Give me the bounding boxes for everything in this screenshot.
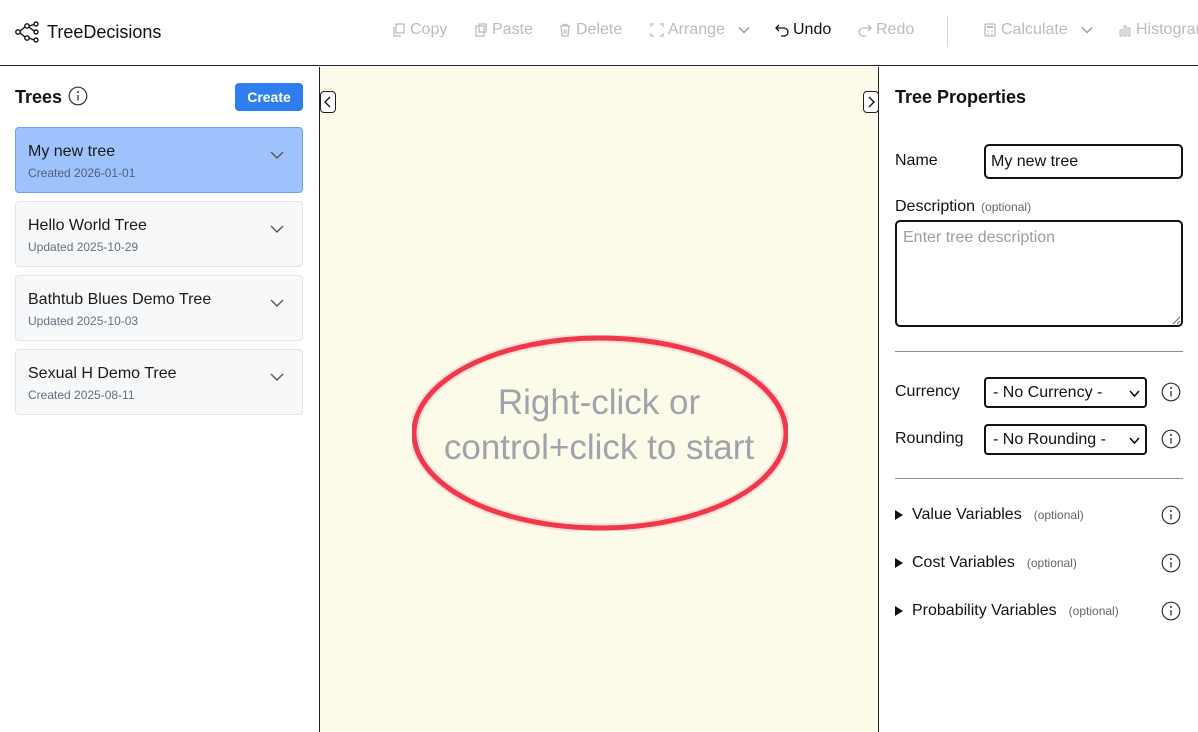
description-label-row: Description (optional) (895, 198, 1031, 216)
trash-icon (560, 23, 570, 37)
resize-grip-icon[interactable] (1171, 315, 1181, 325)
disclosure-triangle-icon (895, 558, 903, 568)
tree-card[interactable]: Bathtub Blues Demo Tree Updated 2025-10-… (15, 275, 303, 341)
tree-card[interactable]: My new tree Created 2026-01-01 (15, 127, 303, 193)
info-icon[interactable] (1161, 429, 1181, 449)
trees-panel: Trees Create My new tree Created 2026-01… (0, 67, 319, 732)
paste-icon (475, 23, 487, 37)
tree-properties-panel: Tree Properties Name Description (optiona… (879, 67, 1198, 732)
info-icon[interactable] (68, 86, 88, 106)
copy-label: Copy (410, 21, 448, 38)
optional-note: (optional) (981, 200, 1032, 214)
arrange-label: Arrange (668, 21, 725, 38)
undo-icon (775, 24, 789, 37)
rounding-select[interactable]: - No Rounding - (984, 424, 1147, 455)
description-label: Description (895, 198, 976, 215)
disclosure-triangle-icon (895, 606, 903, 616)
chevron-down-icon[interactable] (269, 295, 285, 311)
currency-value: - No Currency - (993, 383, 1103, 401)
calculator-icon (984, 23, 996, 37)
collapse-left-panel-button[interactable] (320, 91, 336, 113)
tree-name-input[interactable] (984, 144, 1183, 179)
copy-icon (393, 23, 405, 37)
bar-chart-icon (1119, 25, 1131, 37)
chevron-right-icon (868, 96, 875, 108)
tree-card-meta: Updated 2025-10-29 (28, 240, 139, 254)
arrange-button[interactable]: Arrange (650, 21, 751, 39)
rounding-label: Rounding (895, 430, 964, 447)
info-icon[interactable] (1161, 601, 1181, 621)
tree-network-icon (15, 21, 39, 43)
redo-icon (858, 24, 872, 37)
optional-note: (optional) (1068, 604, 1119, 618)
tree-card-title: My new tree (28, 143, 116, 160)
redo-label: Redo (876, 21, 915, 38)
chevron-down-icon (1129, 437, 1140, 445)
tree-card[interactable]: Hello World Tree Updated 2025-10-29 (15, 201, 303, 267)
app-logo[interactable]: TreeDecisions (15, 21, 161, 43)
tree-card-meta: Updated 2025-10-03 (28, 314, 139, 328)
value-variables-label: Value Variables (912, 506, 1022, 523)
toolbar-divider (947, 16, 948, 47)
calculate-label: Calculate (1001, 21, 1068, 38)
chevron-down-icon (738, 26, 750, 34)
chevron-down-icon[interactable] (269, 147, 285, 163)
info-icon[interactable] (1161, 505, 1181, 525)
tree-card-title: Bathtub Blues Demo Tree (28, 291, 212, 308)
chevron-down-icon[interactable] (269, 221, 285, 237)
info-icon[interactable] (1161, 553, 1181, 573)
tree-card[interactable]: Sexual H Demo Tree Created 2025-08-11 (15, 349, 303, 415)
probability-variables-toggle[interactable]: Probability Variables (optional) (895, 602, 1119, 620)
redo-button[interactable]: Redo (858, 21, 914, 39)
probability-variables-label: Probability Variables (912, 602, 1057, 619)
delete-button[interactable]: Delete (558, 21, 622, 39)
paste-button[interactable]: Paste (474, 21, 533, 39)
undo-button[interactable]: Undo (775, 21, 831, 39)
optional-note: (optional) (1033, 508, 1084, 522)
paste-label: Paste (492, 21, 533, 38)
expand-corners-icon (650, 23, 664, 37)
cost-variables-label: Cost Variables (912, 554, 1015, 571)
chevron-down-icon[interactable] (269, 369, 285, 385)
info-icon[interactable] (1161, 382, 1181, 402)
cost-variables-toggle[interactable]: Cost Variables (optional) (895, 554, 1077, 572)
currency-select[interactable]: - No Currency - (984, 377, 1147, 408)
chevron-left-icon (324, 96, 331, 108)
delete-label: Delete (576, 21, 623, 38)
tree-card-meta: Created 2025-08-11 (28, 388, 135, 402)
section-divider (895, 478, 1183, 479)
properties-heading: Tree Properties (895, 87, 1027, 107)
collapse-right-panel-button[interactable] (863, 91, 879, 113)
name-label: Name (895, 152, 938, 169)
trees-heading: Trees (15, 87, 63, 107)
optional-note: (optional) (1026, 556, 1077, 570)
calculate-button[interactable]: Calculate (983, 21, 1094, 39)
chevron-down-icon (1129, 390, 1140, 398)
canvas-hint: Right-click or control+click to start (443, 383, 755, 467)
undo-label: Undo (793, 21, 832, 38)
create-tree-button[interactable]: Create (235, 83, 303, 111)
tree-card-title: Hello World Tree (28, 217, 147, 234)
app-name: TreeDecisions (47, 21, 162, 42)
tree-card-meta: Created 2026-01-01 (28, 166, 136, 180)
app-header: TreeDecisions Copy Paste Delete Arrange … (0, 0, 1198, 66)
histogram-label: Histogram (1136, 21, 1198, 38)
currency-label: Currency (895, 383, 960, 400)
rounding-value: - No Rounding - (993, 430, 1106, 448)
value-variables-toggle[interactable]: Value Variables (optional) (895, 506, 1084, 524)
tree-card-title: Sexual H Demo Tree (28, 365, 177, 382)
chevron-down-icon (1081, 26, 1093, 34)
section-divider (895, 351, 1183, 352)
copy-button[interactable]: Copy (392, 21, 447, 39)
disclosure-triangle-icon (895, 510, 903, 520)
histogram-button[interactable]: Histogram (1118, 21, 1198, 39)
tree-canvas[interactable]: Right-click or control+click to start (319, 67, 879, 732)
tree-description-textarea[interactable] (895, 220, 1183, 327)
